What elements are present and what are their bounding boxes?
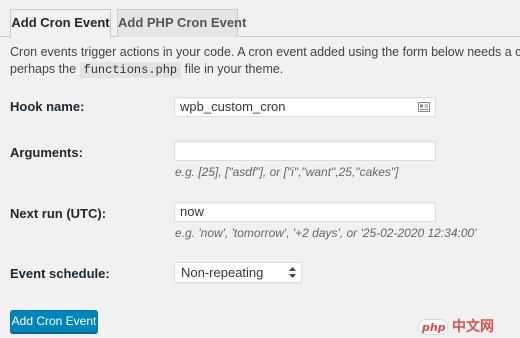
add-cron-event-button[interactable]: Add Cron Event <box>10 310 98 333</box>
description-line-2: perhaps the functions.php file in your t… <box>10 61 520 79</box>
select-arrows-icon <box>289 267 296 278</box>
watermark-chinese-text: 中文网 <box>452 319 494 335</box>
hook-name-label: Hook name: <box>10 99 85 114</box>
php-logo-text: php <box>422 321 446 334</box>
next-run-hint: e.g. 'now', 'tomorrow', '+2 days', or '2… <box>175 226 477 240</box>
arguments-label: Arguments: <box>10 145 83 160</box>
form-description: Cron events trigger actions in your code… <box>10 44 520 79</box>
next-run-input[interactable]: now <box>174 202 436 222</box>
event-schedule-select[interactable]: Non-repeating <box>174 262 302 283</box>
php-cn-watermark-logo: php 中文网 <box>418 318 518 336</box>
event-schedule-selected: Non-repeating <box>181 265 264 280</box>
functions-php-code: functions.php <box>79 62 182 78</box>
tab-add-php-cron-event[interactable]: Add PHP Cron Event <box>117 9 246 37</box>
add-cron-event-page: Add Cron Event Add PHP Cron Event Cron e… <box>0 0 520 338</box>
description-line-2-after: file in your theme. <box>184 62 284 76</box>
contact-card-icon[interactable] <box>418 102 430 112</box>
php-logo-pill: php <box>418 319 448 335</box>
description-line-2-before: perhaps the <box>10 62 77 76</box>
arguments-input[interactable] <box>174 141 436 161</box>
description-line-1: Cron events trigger actions in your code… <box>10 45 520 59</box>
event-schedule-label: Event schedule: <box>10 266 110 281</box>
next-run-label: Next run (UTC): <box>10 206 107 221</box>
next-run-value: now <box>180 204 204 219</box>
hook-name-input[interactable]: wpb_custom_cron <box>174 97 436 117</box>
tab-add-cron-event[interactable]: Add Cron Event <box>10 9 111 38</box>
arguments-hint: e.g. [25], ["asdf"], or ["i","want",25,"… <box>175 165 399 179</box>
tab-bar: Add Cron Event Add PHP Cron Event <box>0 0 520 38</box>
hook-name-value: wpb_custom_cron <box>180 99 286 114</box>
